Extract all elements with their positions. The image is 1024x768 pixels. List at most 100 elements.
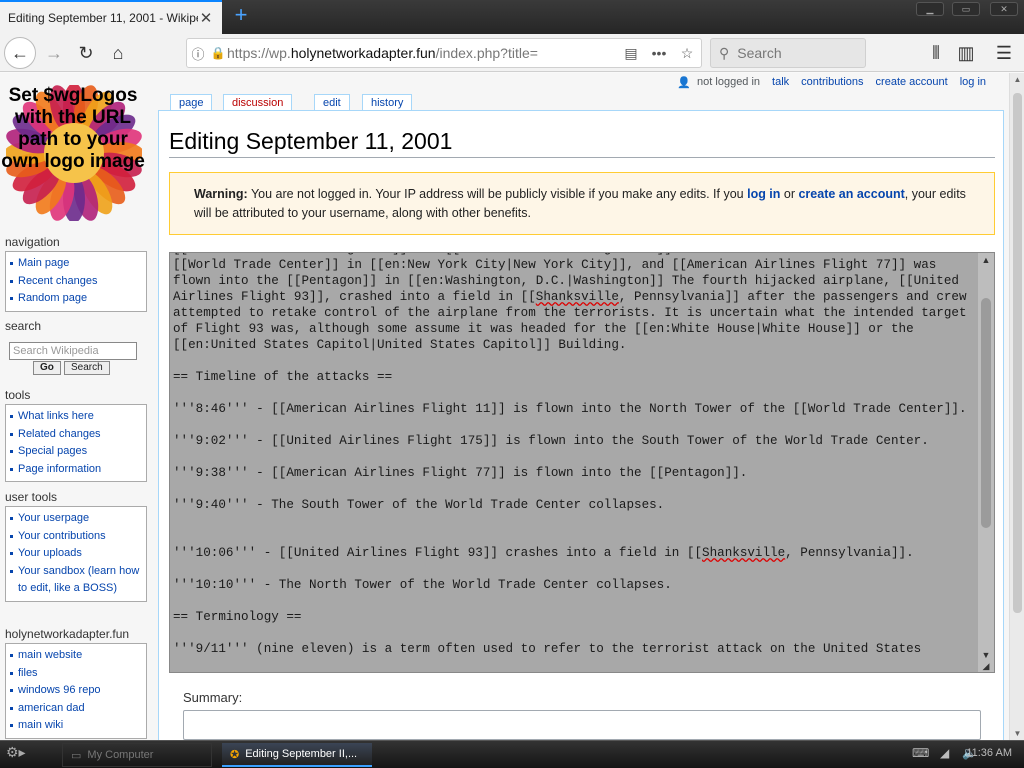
tools-heading: tools [5,388,31,402]
browser-tab-bar: Editing September 11, 2001 - Wikipe ✕ + … [0,0,1024,34]
wikitext-content[interactable]: [[American Airlines Flight 11]] and [[Un… [173,253,973,657]
content-area: Editing September 11, 2001 Warning: You … [158,110,1004,740]
clock: 11:36 AM [966,747,1012,759]
reload-icon[interactable]: ↻ [70,37,102,69]
reader-view-icon[interactable]: ▤ [617,45,645,62]
sidebar-item-recent-changes[interactable]: Recent changes [10,273,146,291]
navigation-heading: navigation [5,235,60,249]
personal-tools: 👤 not logged in talk contributions creat… [677,76,986,89]
search-placeholder: Search [737,45,782,61]
tab-edit[interactable]: edit [314,94,350,111]
forward-arrow-icon[interactable]: → [38,37,70,69]
browser-search-input[interactable]: ⚲ Search [710,38,866,68]
close-tab-icon[interactable]: ✕ [198,9,214,27]
page-actions-icon[interactable]: ••• [645,45,673,61]
resize-grip-icon[interactable]: ◢ [978,661,994,672]
os-taskbar: ⚙▸ ▭ My Computer ✪ Editing September II,… [0,740,1024,768]
taskbar-item-label: My Computer [87,749,154,761]
page-scrollbar[interactable]: ▲ ▼ [1009,73,1024,740]
info-icon[interactable]: ⓘ [187,44,209,63]
scroll-down-arrow-icon[interactable]: ▼ [978,650,994,660]
user-icon: 👤 [677,77,692,89]
logo-text[interactable]: Set $wgLogos with the URL path to your o… [0,85,146,173]
page-scroll-up-icon[interactable]: ▲ [1010,75,1024,84]
warning-text: You are not logged in. Your IP address w… [247,187,748,201]
warning-create-account-link[interactable]: create an account [798,187,904,201]
user-tools-heading: user tools [5,490,58,504]
browser-toolbar: ← → ↻ ⌂ ⓘ 🔒 https://wp.holynetworkadapte… [0,34,1024,72]
title-divider [169,157,995,158]
scroll-up-arrow-icon[interactable]: ▲ [978,255,994,265]
minimize-window-icon[interactable]: ▁ [916,2,944,16]
browser-icon: ✪ [230,748,240,761]
sidebar-item-sandbox[interactable]: Your sandbox (learn how to edit, like a … [10,563,146,598]
summary-label: Summary: [183,690,243,705]
taskbar-item-browser[interactable]: ✪ Editing September II,... [222,743,372,767]
sidebar-item-files[interactable]: files [10,665,146,683]
sidebar-item-main-page[interactable]: Main page [10,255,146,273]
back-arrow-icon[interactable]: ← [4,37,36,69]
sidebar-item-american-dad[interactable]: american dad [10,700,146,718]
search-icon: ⚲ [719,44,730,61]
tab-discussion[interactable]: discussion [223,94,293,111]
bookmark-star-icon[interactable]: ☆ [673,45,701,62]
editor-scrollbar-thumb[interactable] [981,298,991,528]
tools-portal: What links here Related changes Special … [5,404,147,482]
create-account-link[interactable]: create account [876,76,948,89]
url-bar[interactable]: ⓘ 🔒 https://wp.holynetworkadapter.fun/in… [186,38,702,68]
start-menu-icon[interactable]: ⚙▸ [6,744,44,766]
browser-tab-active[interactable]: Editing September 11, 2001 - Wikipe ✕ [0,0,222,34]
page-scrollbar-thumb[interactable] [1013,93,1022,613]
warning-log-in-link[interactable]: log in [747,187,780,201]
web-page: 👤 not logged in talk contributions creat… [0,73,1024,740]
wiki-search-input[interactable]: Search Wikipedia [9,342,137,360]
warning-label: Warning: [194,187,248,201]
sidebar-item-special-pages[interactable]: Special pages [10,443,146,461]
warning-text-or: or [780,187,799,201]
maximize-window-icon[interactable]: ▭ [952,2,980,16]
contributions-link[interactable]: contributions [801,76,863,89]
keyboard-icon[interactable]: ⌨ [912,746,929,760]
site-links-portal: main website files windows 96 repo ameri… [5,643,147,739]
close-window-icon[interactable]: ✕ [990,2,1018,16]
menu-hamburger-icon[interactable]: ☰ [988,37,1020,69]
editor-scrollbar[interactable]: ▲ ▼ ◢ [978,253,994,672]
computer-icon: ▭ [71,749,82,762]
tab-history[interactable]: history [362,94,413,111]
tab-title: Editing September 11, 2001 - Wikipe [8,11,198,25]
page-scroll-down-icon[interactable]: ▼ [1010,729,1024,738]
taskbar-item-label: Editing September II,... [245,748,358,760]
sidebar-item-main-wiki[interactable]: main wiki [10,717,146,735]
search-button[interactable]: Search [64,361,110,375]
sidebar-item-windows-96-repo[interactable]: windows 96 repo [10,682,146,700]
sidebar-item-what-links-here[interactable]: What links here [10,408,146,426]
home-icon[interactable]: ⌂ [102,37,134,69]
search-heading: search [5,319,42,333]
user-tools-portal: Your userpage Your contributions Your up… [5,506,147,602]
sidebar-toggle-icon[interactable]: ▥ [950,37,982,69]
sidebar-item-related-changes[interactable]: Related changes [10,426,146,444]
not-logged-in-text: not logged in [697,76,761,88]
taskbar-item-my-computer[interactable]: ▭ My Computer [62,743,212,767]
log-in-link[interactable]: log in [960,76,986,89]
sidebar-item-random-page[interactable]: Random page [10,290,146,308]
sidebar-item-contributions[interactable]: Your contributions [10,528,146,546]
talk-link[interactable]: talk [772,76,789,89]
sidebar-item-uploads[interactable]: Your uploads [10,545,146,563]
site-links-heading: holynetworkadapter.fun [5,627,130,641]
network-icon[interactable]: ◢ [940,746,949,760]
navigation-portal: Main page Recent changes Random page [5,251,147,312]
sidebar-item-userpage[interactable]: Your userpage [10,510,146,528]
lock-icon: 🔒 [210,46,226,60]
sidebar-item-main-website[interactable]: main website [10,647,146,665]
url-text[interactable]: https://wp.holynetworkadapter.fun/index.… [227,45,617,61]
not-logged-in-warning: Warning: You are not logged in. Your IP … [169,172,995,235]
library-icon[interactable]: ⫴ [920,37,952,69]
tab-page[interactable]: page [170,94,213,111]
summary-input[interactable] [183,710,981,740]
page-title: Editing September 11, 2001 [169,128,453,154]
go-button[interactable]: Go [33,361,61,375]
wikitext-editor[interactable]: [[American Airlines Flight 11]] and [[Un… [169,252,995,673]
sidebar-item-page-information[interactable]: Page information [10,461,146,479]
new-tab-button[interactable]: + [230,4,252,27]
